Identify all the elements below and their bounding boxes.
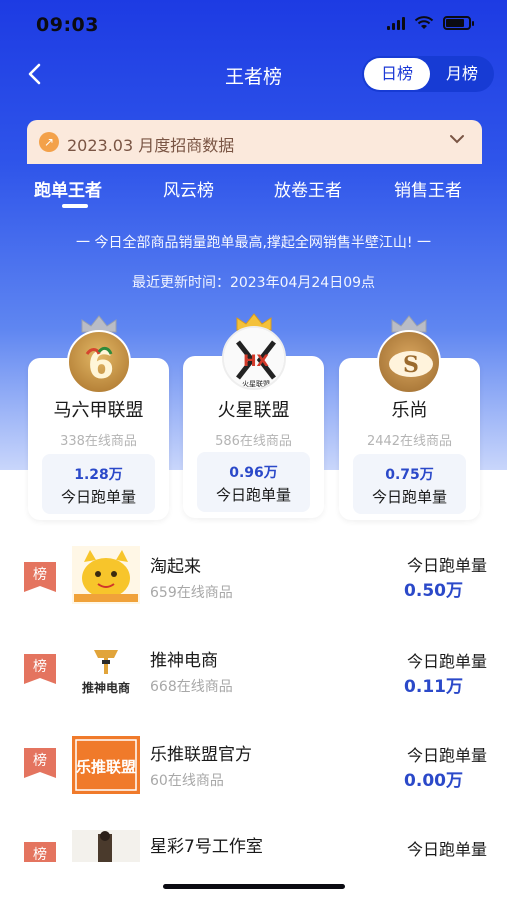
tab-indicator [62, 204, 88, 208]
tab-paodan[interactable]: 跑单王者 [34, 176, 102, 201]
rank-badge: 榜 [24, 748, 56, 778]
list-item-online: 60在线商品 [150, 773, 224, 789]
podium-name: 火星联盟 [217, 400, 290, 421]
podium-label: 今日跑单量 [60, 488, 136, 506]
monthly-data-banner[interactable]: ↗ 2023.03 月度招商数据 [27, 120, 482, 164]
list-item-online: 659在线商品 [150, 585, 233, 601]
toggle-day[interactable]: 日榜 [364, 58, 430, 90]
podium-label: 今日跑单量 [215, 486, 291, 504]
list-item-label: 今日跑单量 [406, 840, 487, 859]
list-item-name: 淘起来 [150, 557, 201, 577]
mars-logo-text: 火星联盟 [242, 379, 270, 388]
category-tabs: 跑单王者 风云榜 放卷王者 销售王者 [0, 174, 507, 214]
tab-fangjuan[interactable]: 放卷王者 [274, 176, 342, 201]
slogan: 一 今日全部商品销量跑单最高,撑起全网销售半壁江山! 一 [76, 235, 431, 251]
podium-stat: 0.96万 今日跑单量 [197, 452, 310, 512]
toggle-month[interactable]: 月榜 [432, 56, 492, 92]
list-item-value: 0.11万 [404, 677, 463, 697]
link-icon: ↗ [39, 132, 59, 152]
signal-icon [387, 16, 405, 30]
lechic-logo: S [377, 330, 441, 394]
svg-text:HX: HX [243, 351, 269, 370]
podium-online-count: 2442在线商品 [366, 434, 453, 449]
list-item-value: 0.50万 [404, 581, 463, 601]
rank-badge: 榜 [24, 842, 56, 862]
xingcai-logo [72, 830, 140, 862]
podium-value: 0.96万 [229, 465, 278, 481]
status-bar: 09:03 [0, 0, 507, 52]
letui-logo: 乐推联盟 [72, 736, 140, 794]
podium-stat: 1.28万 今日跑单量 [42, 454, 155, 514]
podium-online-count: 586在线商品 [215, 434, 292, 449]
status-time: 09:03 [36, 14, 99, 36]
last-updated: 最近更新时间：2023年04月24日09点 [131, 275, 376, 291]
tab-fengyun[interactable]: 风云榜 [163, 176, 214, 201]
rank-badge: 榜 [24, 654, 56, 684]
chevron-down-icon [450, 135, 464, 144]
list-item[interactable]: 榜 星彩7号工作室 今日跑单量 [0, 822, 507, 862]
podium-stat: 0.75万 今日跑单量 [353, 454, 466, 514]
tab-xiaoshou[interactable]: 销售王者 [394, 176, 462, 201]
list-item[interactable]: 榜 推神电商 推神电商 668在线商品 今日跑单量 0.11万 [0, 634, 507, 724]
nav-bar: 王者榜 日榜 月榜 [0, 50, 507, 98]
podium-name: 马六甲联盟 [53, 400, 144, 421]
taoqilai-logo [72, 546, 140, 604]
podium-online-count: 338在线商品 [60, 434, 137, 449]
list-item-name: 推神电商 [150, 651, 218, 671]
podium-label: 今日跑单量 [371, 488, 447, 506]
list-item-label: 今日跑单量 [406, 652, 487, 671]
list-item-online: 668在线商品 [150, 679, 233, 695]
mars-alliance-logo: HX 火星联盟 [222, 326, 286, 390]
rank-badge: 榜 [24, 562, 56, 592]
malacca-logo: 6 [67, 330, 131, 394]
podium-value: 0.75万 [385, 467, 434, 483]
list-item[interactable]: 榜 乐推联盟 乐推联盟官方 60在线商品 今日跑单量 0.00万 [0, 728, 507, 818]
list-item[interactable]: 榜 淘起来 659在线商品 今日跑单量 0.50万 [0, 540, 507, 630]
podium-value: 1.28万 [74, 467, 123, 483]
home-indicator [163, 884, 345, 889]
wifi-icon [414, 16, 434, 29]
period-toggle: 日榜 月榜 [362, 56, 494, 92]
list-item-name: 乐推联盟官方 [150, 745, 252, 765]
letui-logo-text: 乐推联盟 [76, 758, 136, 776]
list-item-name: 星彩7号工作室 [150, 837, 263, 857]
svg-text:S: S [403, 352, 419, 378]
status-icons [387, 16, 474, 30]
podium-name: 乐尚 [391, 400, 428, 421]
list-item-value: 0.00万 [404, 771, 463, 791]
list-item-label: 今日跑单量 [406, 746, 487, 765]
list-item-label: 今日跑单量 [406, 556, 487, 575]
tuishen-logo: 推神电商 [72, 642, 140, 700]
battery-icon [443, 16, 474, 30]
banner-text: 2023.03 月度招商数据 [67, 136, 235, 155]
tuishen-logo-text: 推神电商 [82, 680, 130, 695]
